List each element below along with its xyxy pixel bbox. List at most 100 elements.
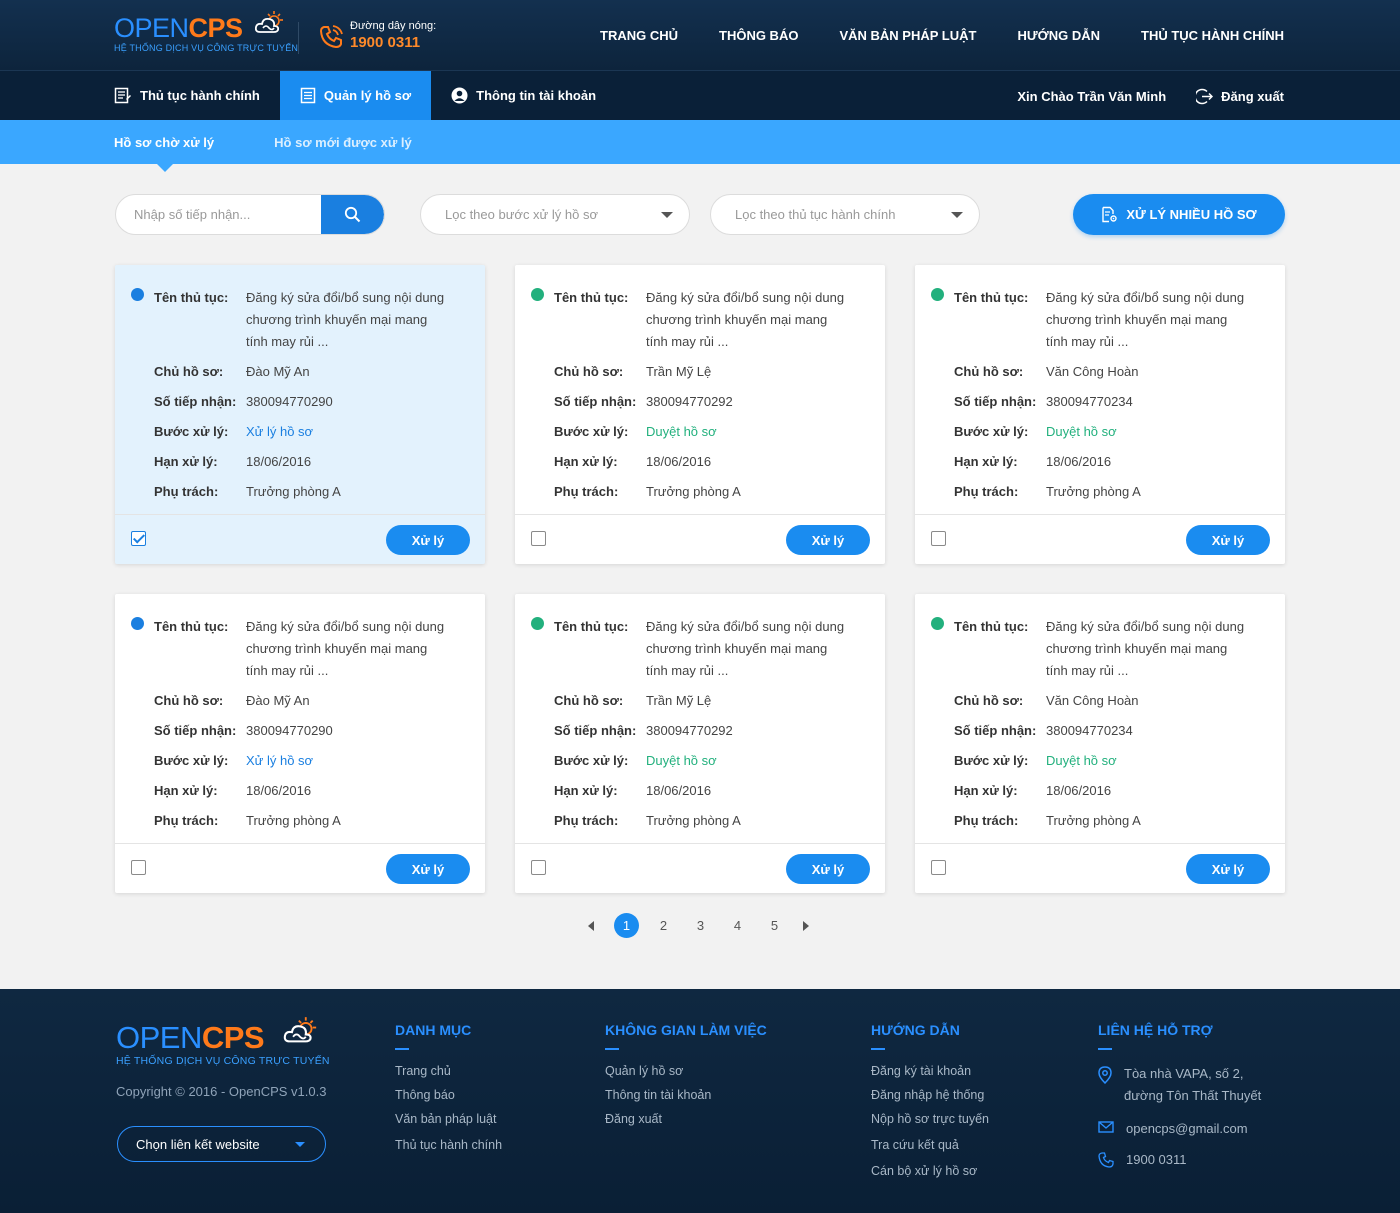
footer-link-lookup-results[interactable]: Tra cứu kết quả (871, 1138, 989, 1152)
select-checkbox[interactable] (531, 531, 546, 546)
process-button[interactable]: Xử lý (786, 525, 870, 555)
tabs: Hồ sơ chờ xử lý Hồ sơ mới được xử lý (114, 120, 412, 164)
card-assignee-value: Trưởng phòng A (246, 813, 341, 828)
card-receipt-number-label: Số tiếp nhận: (954, 394, 1037, 409)
search-button[interactable] (321, 195, 384, 234)
subnav-file-management[interactable]: Quản lý hồ sơ (279, 71, 432, 120)
active-tab-indicator (157, 164, 173, 172)
title-underline (605, 1048, 619, 1050)
nav-guide[interactable]: HƯỚNG DẪN (1017, 28, 1100, 43)
procedure-filter-select[interactable]: Lọc theo thủ tục hành chính (710, 194, 980, 235)
subnav-procedures[interactable]: Thủ tục hành chính (114, 71, 280, 120)
footer-col-title: LIÊN HỆ HỖ TRỢ (1098, 1022, 1213, 1038)
card-owner-row: Chủ hồ sơ: Văn Công Hoàn (954, 690, 1139, 712)
nav-announcements[interactable]: THÔNG BÁO (719, 28, 798, 43)
footer-link-logout[interactable]: Đăng xuất (605, 1112, 767, 1126)
card-receipt-number-label: Số tiếp nhận: (954, 723, 1037, 738)
card-step-value: Duyệt hồ sơ (646, 753, 717, 768)
process-button[interactable]: Xử lý (1186, 854, 1270, 884)
card-deadline-value: 18/06/2016 (1046, 454, 1112, 469)
tab-pending[interactable]: Hồ sơ chờ xử lý (114, 135, 214, 150)
cloud-icon (254, 11, 283, 33)
bulk-process-label: XỬ LÝ NHIỀU HỒ SƠ (1126, 207, 1257, 222)
prev-page-button[interactable] (584, 913, 598, 938)
footer-col-workspace: KHÔNG GIAN LÀM VIỆC Quản lý hồ sơ Thông … (605, 1022, 767, 1126)
footer-logo[interactable]: OPENCPS HỆ THỐNG DỊCH VỤ CÔNG TRỰC TUYẾN (116, 1017, 330, 1067)
footer-link-submit-online[interactable]: Nộp hồ sơ trực tuyến (871, 1112, 989, 1126)
process-button[interactable]: Xử lý (1186, 525, 1270, 555)
website-link-select[interactable]: Chọn liên kết website (117, 1126, 326, 1162)
footer-link-procedures[interactable]: Thủ tục hành chính (395, 1138, 502, 1152)
footer-link-login[interactable]: Đăng nhập hệ thống (871, 1088, 989, 1102)
footer-col-title: KHÔNG GIAN LÀM VIỆC (605, 1022, 767, 1038)
subnav-account-info-label: Thông tin tài khoản (476, 88, 597, 103)
card-assignee-value: Trưởng phòng A (646, 484, 741, 499)
card-assignee-value: Trưởng phòng A (646, 813, 741, 828)
page-3[interactable]: 3 (688, 913, 713, 938)
contact-email-value[interactable]: opencps@gmail.com (1126, 1121, 1248, 1136)
footer-link-register[interactable]: Đăng ký tài khoản (871, 1064, 989, 1078)
card-receipt-number-value: 380094770290 (246, 723, 333, 738)
card-procedure-row: Tên thủ tục: Đăng ký sửa đổi/bổ sung nội … (554, 287, 851, 353)
document-gear-icon (1102, 206, 1118, 223)
logo[interactable]: OPENCPS HỆ THỐNG DỊCH VỤ CÔNG TRỰC TUYẾN (114, 11, 298, 53)
footer-link-account-info[interactable]: Thông tin tài khoản (605, 1088, 767, 1102)
tab-recently-processed[interactable]: Hồ sơ mới được xử lý (274, 135, 412, 150)
card-procedure-row: Tên thủ tục: Đăng ký sửa đổi/bổ sung nội … (954, 616, 1251, 682)
select-checkbox[interactable] (131, 860, 146, 875)
page-4[interactable]: 4 (725, 913, 750, 938)
search-input[interactable] (116, 195, 321, 234)
footer-link-announcements[interactable]: Thông báo (395, 1088, 502, 1102)
logout-button[interactable]: Đăng xuất (1196, 88, 1284, 105)
subnav-account-info[interactable]: Thông tin tài khoản (431, 71, 616, 120)
next-page-button[interactable] (799, 913, 813, 938)
card-assignee-label: Phụ trách: (554, 484, 619, 499)
process-button[interactable]: Xử lý (386, 525, 470, 555)
footer-link-legal[interactable]: Văn bản pháp luật (395, 1112, 502, 1126)
bulk-process-button[interactable]: XỬ LÝ NHIỀU HỒ SƠ (1073, 194, 1285, 235)
page-5[interactable]: 5 (762, 913, 787, 938)
contact-phone: 1900 0311 (1098, 1152, 1261, 1168)
nav-home[interactable]: TRANG CHỦ (600, 28, 678, 43)
process-button[interactable]: Xử lý (386, 854, 470, 884)
card-deadline-row: Hạn xử lý: 18/06/2016 (554, 780, 711, 802)
card-footer: Xử lý (515, 514, 885, 564)
title-underline (395, 1048, 409, 1050)
card-owner-label: Chủ hồ sơ: (154, 693, 224, 708)
file-card[interactable]: Tên thủ tục: Đăng ký sửa đổi/bổ sung nội … (915, 265, 1285, 564)
contact-phone-value[interactable]: 1900 0311 (1126, 1152, 1187, 1167)
card-receipt-number-row: Số tiếp nhận: 380094770234 (954, 720, 1133, 742)
step-filter-select[interactable]: Lọc theo bước xử lý hồ sơ (420, 194, 690, 235)
file-card[interactable]: Tên thủ tục: Đăng ký sửa đổi/bổ sung nội … (115, 594, 485, 893)
card-deadline-label: Hạn xử lý: (954, 783, 1018, 798)
phone-icon (1098, 1152, 1114, 1168)
select-checkbox[interactable] (131, 531, 146, 546)
card-assignee-value: Trưởng phòng A (246, 484, 341, 499)
process-button[interactable]: Xử lý (786, 854, 870, 884)
select-checkbox[interactable] (931, 531, 946, 546)
select-checkbox[interactable] (931, 860, 946, 875)
file-card[interactable]: Tên thủ tục: Đăng ký sửa đổi/bổ sung nội … (115, 265, 485, 564)
footer-col-contact: LIÊN HỆ HỖ TRỢ Tòa nhà VAPA, số 2, đường… (1098, 1022, 1261, 1168)
card-procedure-row: Tên thủ tục: Đăng ký sửa đổi/bổ sung nội … (954, 287, 1251, 353)
select-checkbox[interactable] (531, 860, 546, 875)
card-step-value: Duyệt hồ sơ (1046, 424, 1117, 439)
user-bar: Xin Chào Trần Văn Minh Đăng xuất (1017, 71, 1284, 121)
file-card[interactable]: Tên thủ tục: Đăng ký sửa đổi/bổ sung nội … (915, 594, 1285, 893)
footer-logo-cps-text: CPS (201, 1020, 265, 1055)
page-2[interactable]: 2 (651, 913, 676, 938)
card-owner-row: Chủ hồ sơ: Văn Công Hoàn (954, 361, 1139, 383)
user-icon (451, 87, 468, 104)
file-card[interactable]: Tên thủ tục: Đăng ký sửa đổi/bổ sung nội … (515, 594, 885, 893)
footer-link-file-management[interactable]: Quản lý hồ sơ (605, 1064, 767, 1078)
card-owner-row: Chủ hồ sơ: Trần Mỹ Lệ (554, 361, 711, 383)
footer-link-officers[interactable]: Cán bộ xử lý hồ sơ (871, 1164, 989, 1178)
card-assignee-label: Phụ trách: (954, 813, 1019, 828)
nav-procedures[interactable]: THỦ TỤC HÀNH CHÍNH (1141, 28, 1284, 43)
file-card[interactable]: Tên thủ tục: Đăng ký sửa đổi/bổ sung nội … (515, 265, 885, 564)
card-deadline-label: Hạn xử lý: (154, 783, 218, 798)
nav-legal-documents[interactable]: VĂN BẢN PHÁP LUẬT (839, 28, 976, 43)
contact-address: Tòa nhà VAPA, số 2, đường Tôn Thất Thuyế… (1098, 1066, 1261, 1107)
page-1[interactable]: 1 (614, 913, 639, 938)
footer-link-home[interactable]: Trang chủ (395, 1064, 502, 1078)
